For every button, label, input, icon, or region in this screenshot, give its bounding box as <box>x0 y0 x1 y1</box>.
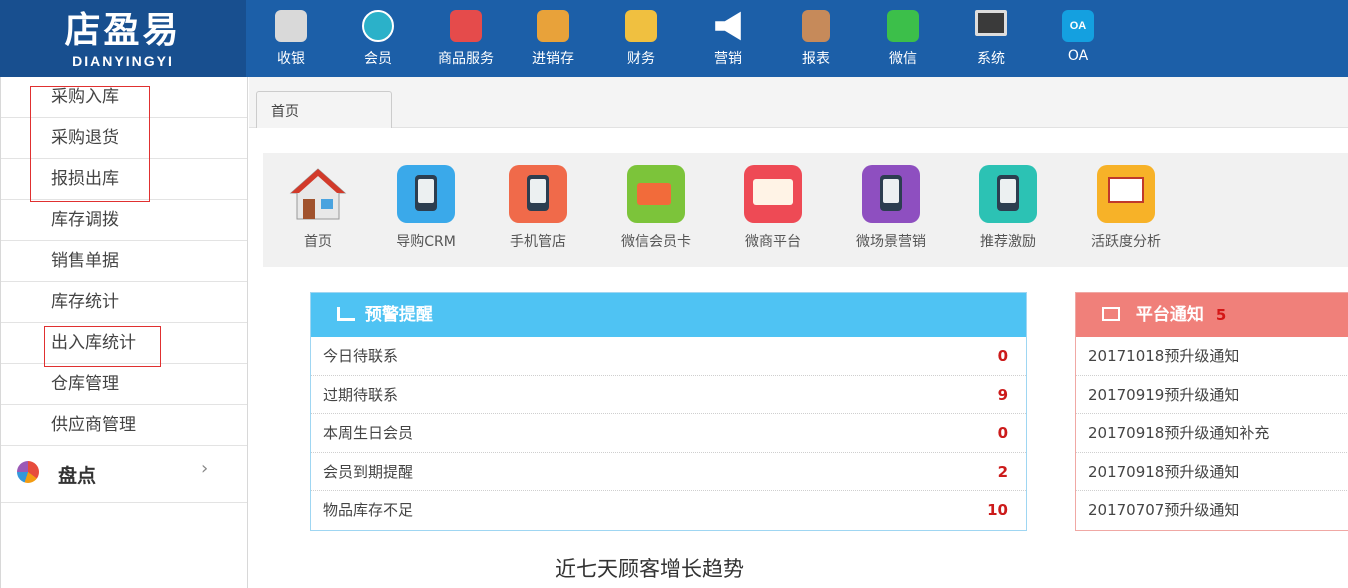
referral-icon <box>979 165 1037 223</box>
highlight-box <box>44 326 161 367</box>
trend-chart-title: 近七天顾客增长趋势 <box>555 557 744 581</box>
quick-home[interactable]: 首页 <box>263 165 373 251</box>
nav-wechat[interactable]: 微信 <box>868 10 938 70</box>
nav-system[interactable]: 系统 <box>956 10 1026 70</box>
logo[interactable]: 店盈易 DIANYINGYI <box>0 0 246 77</box>
mobile-shop-icon <box>509 165 567 223</box>
nav-member[interactable]: 会员 <box>343 10 413 70</box>
quick-micro-store[interactable]: 微商平台 <box>718 165 828 251</box>
megaphone-icon <box>715 11 741 41</box>
quick-crm[interactable]: 导购CRM <box>371 165 481 251</box>
house-icon <box>289 165 347 223</box>
quick-mobile-shop[interactable]: 手机管店 <box>483 165 593 251</box>
nav-marketing[interactable]: 营销 <box>693 10 763 70</box>
alert-count: 0 <box>997 424 1008 442</box>
notice-row[interactable]: 20171018预升级通知 <box>1076 337 1348 376</box>
wechat-icon <box>887 10 919 42</box>
tab-home[interactable]: 首页 <box>256 91 392 128</box>
report-icon <box>802 10 830 42</box>
alert-row[interactable]: 物品库存不足 10 <box>311 491 1026 530</box>
alert-row[interactable]: 今日待联系 0 <box>311 337 1026 376</box>
logo-text: 店盈易 <box>64 9 182 51</box>
notice-row[interactable]: 20170918预升级通知 <box>1076 453 1348 491</box>
quick-member-card[interactable]: 微信会员卡 <box>601 165 711 251</box>
inventory-icon <box>537 10 569 42</box>
tab-bar: 首页 <box>249 77 1348 128</box>
sidebar-item-stock-transfer[interactable]: 库存调拨 <box>1 200 247 241</box>
notice-row[interactable]: 20170918预升级通知补充 <box>1076 414 1348 453</box>
quick-activity-analysis[interactable]: 活跃度分析 <box>1071 165 1181 251</box>
notice-count-badge: 5 <box>1215 306 1227 324</box>
alert-panel: 预警提醒 今日待联系 0 过期待联系 9 本周生日会员 0 会员到期提醒 2 物品库存不… <box>310 292 1027 531</box>
member-icon <box>362 10 394 42</box>
factory-icon <box>337 307 355 321</box>
notice-panel-title: 平台通知 <box>1135 305 1204 325</box>
monitor-icon <box>975 10 1007 36</box>
quick-referral[interactable]: 推荐激励 <box>953 165 1063 251</box>
alert-panel-header: 预警提醒 <box>311 293 1026 337</box>
micro-store-icon <box>744 165 802 223</box>
nav-oa[interactable]: OA OA <box>1043 10 1113 70</box>
nav-finance[interactable]: 财务 <box>606 10 676 70</box>
cash-register-icon <box>275 10 307 42</box>
finance-icon <box>625 10 657 42</box>
sidebar-group-label: 盘点 <box>58 465 97 487</box>
member-card-icon <box>627 165 685 223</box>
notice-row[interactable]: 20170707预升级通知 <box>1076 491 1348 530</box>
alert-count: 9 <box>997 385 1008 404</box>
quick-scene-marketing[interactable]: 微场景营销 <box>836 165 946 251</box>
notice-row[interactable]: 20170919预升级通知 <box>1076 376 1348 414</box>
alert-row[interactable]: 会员到期提醒 2 <box>311 453 1026 491</box>
nav-cashier[interactable]: 收银 <box>256 10 326 70</box>
nav-product-service[interactable]: 商品服务 <box>431 10 501 70</box>
top-bar: 店盈易 DIANYINGYI 收银 会员 商品服务 进销存 财务 营销 报表 微… <box>0 0 1348 77</box>
alert-count: 0 <box>997 347 1008 365</box>
scene-marketing-icon <box>862 165 920 223</box>
sidebar-item-supplier[interactable]: 供应商管理 <box>1 405 247 446</box>
oa-icon: OA <box>1062 10 1094 42</box>
product-service-icon <box>450 10 482 42</box>
sidebar-item-stock-stats[interactable]: 库存统计 <box>1 282 247 323</box>
logo-subtext: DIANYINGYI <box>72 53 174 69</box>
crm-phone-icon <box>397 165 455 223</box>
alert-panel-title: 预警提醒 <box>364 305 433 325</box>
activity-chart-icon <box>1097 165 1155 223</box>
sidebar-group-stocktake[interactable]: 盘点 › <box>1 446 247 503</box>
notice-panel: 平台通知 5 20171018预升级通知 20170919预升级通知 20170… <box>1075 292 1348 531</box>
chevron-right-icon: › <box>201 458 209 479</box>
pie-chart-icon <box>17 461 39 483</box>
nav-inventory[interactable]: 进销存 <box>518 10 588 70</box>
alert-count: 2 <box>997 462 1008 481</box>
nav-report[interactable]: 报表 <box>781 10 851 70</box>
presentation-icon <box>1102 307 1120 321</box>
alert-count: 10 <box>987 501 1008 519</box>
sidebar-item-sales-docs[interactable]: 销售单据 <box>1 241 247 282</box>
alert-row[interactable]: 过期待联系 9 <box>311 376 1026 414</box>
notice-panel-header: 平台通知 5 <box>1076 293 1348 337</box>
highlight-box <box>30 86 150 202</box>
alert-row[interactable]: 本周生日会员 0 <box>311 414 1026 453</box>
sidebar-item-warehouse[interactable]: 仓库管理 <box>1 364 247 405</box>
quick-access-bar: 首页 导购CRM 手机管店 微信会员卡 微商平台 微场景营销 推荐激励 活跃度分… <box>263 153 1348 267</box>
main-content: 首页 首页 导购CRM 手机管店 微信会员卡 微商平台 微场景营销 推荐激励 活… <box>249 77 1348 588</box>
